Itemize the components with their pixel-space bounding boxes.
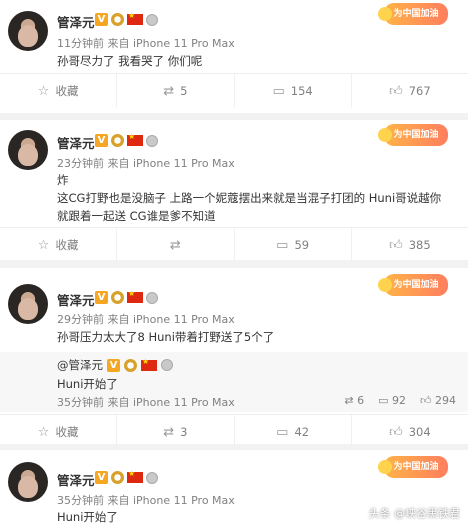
repost-icon: ⇄ (163, 424, 175, 440)
ring-badge-icon (111, 471, 124, 484)
medal-icon (146, 471, 158, 484)
username[interactable]: 管泽元 (57, 290, 95, 309)
repost-icon: ⇄ (163, 83, 175, 99)
like-button[interactable]: 👍︎ 385 (352, 228, 468, 262)
ring-badge-icon (111, 291, 124, 304)
medal-icon (146, 134, 158, 147)
like-button[interactable]: 👍︎ 767 (352, 74, 468, 108)
china-flag-icon (127, 132, 143, 146)
badges: V (95, 132, 158, 147)
avatar[interactable] (8, 284, 48, 324)
weibo-post-3: 管泽元 V 为中国加油 29分钟前 来自 iPhone 11 Pro Max 孙… (0, 268, 468, 449)
weibo-post-1: 管泽元 V 为中国加油 11分钟前 来自 iPhone 11 Pro Max 孙… (0, 0, 468, 113)
post-meta: 35分钟前 来自 iPhone 11 Pro Max (57, 494, 235, 507)
verified-v-icon: V (95, 134, 108, 147)
quoted-header: @管泽元 V (57, 357, 173, 373)
quoted-username[interactable]: @管泽元 (57, 357, 103, 373)
comment-icon: ▭ (272, 83, 285, 99)
repost-icon: ⇄ (169, 237, 181, 253)
avatar[interactable] (8, 11, 48, 51)
quoted-comment[interactable]: ▭ 92 (378, 394, 406, 407)
star-icon: ☆ (37, 237, 50, 253)
action-bar: ☆ 收藏 ⇄ 3 ▭ 42 👍︎ 304 (0, 414, 468, 449)
ring-badge-icon (124, 358, 137, 372)
comment-icon: ▭ (378, 394, 392, 407)
china-flag-icon (141, 357, 157, 371)
china-flag-icon (127, 289, 143, 303)
username[interactable]: 管泽元 (57, 12, 95, 31)
medal-icon (146, 13, 158, 26)
verified-v-icon: V (95, 13, 108, 26)
medal-icon (146, 291, 158, 304)
watermark: 头条 @峡谷黑铁君 (368, 507, 461, 520)
quoted-actions: ⇄ 6 ▭ 92 👍︎ 294 (344, 394, 456, 407)
post-text: 炸 这CG打野也是没脑子 上路一个妮蔻摆出来就是当混子打团的 Huni哥说越你 … (57, 173, 442, 223)
quoted-post[interactable]: @管泽元 V Huni开始了 35分钟前 来自 iPhone 11 Pro Ma… (0, 352, 468, 412)
promo-badge[interactable]: 为中国加油 (378, 124, 448, 146)
comment-icon: ▭ (276, 237, 289, 253)
comment-button[interactable]: ▭ 42 (235, 415, 352, 449)
medal-icon (161, 359, 173, 371)
verified-v-icon: V (95, 291, 108, 304)
post-meta: 11分钟前 来自 iPhone 11 Pro Max (57, 37, 235, 50)
post-meta: 23分钟前 来自 iPhone 11 Pro Max (57, 157, 235, 170)
action-bar: ☆ 收藏 ⇄ 5 ▭ 154 👍︎ 767 (0, 73, 468, 108)
star-icon: ☆ (37, 424, 50, 440)
repost-button[interactable]: ⇄ 5 (117, 74, 235, 108)
comment-button[interactable]: ▭ 154 (235, 74, 352, 108)
ring-badge-icon (111, 13, 124, 26)
comment-button[interactable]: ▭ 59 (235, 228, 352, 262)
verified-v-icon: V (107, 358, 120, 372)
avatar[interactable] (8, 462, 48, 502)
action-bar: ☆ 收藏 ⇄ ▭ 59 👍︎ 385 (0, 227, 468, 262)
like-button[interactable]: 👍︎ 304 (352, 415, 468, 449)
thumb-up-icon: 👍︎ (389, 424, 403, 440)
badges: V (95, 289, 158, 304)
repost-button[interactable]: ⇄ (117, 228, 235, 262)
quoted-repost[interactable]: ⇄ 6 (344, 394, 364, 407)
thumb-up-icon: 👍︎ (389, 237, 403, 253)
weibo-post-2: 管泽元 V 为中国加油 23分钟前 来自 iPhone 11 Pro Max 炸… (0, 120, 468, 262)
promo-badge[interactable]: 为中国加油 (378, 274, 448, 296)
thumb-up-icon: 👍︎ (389, 83, 403, 99)
promo-badge[interactable]: 为中国加油 (378, 456, 448, 478)
promo-badge[interactable]: 为中国加油 (378, 3, 448, 25)
quoted-like[interactable]: 👍︎ 294 (420, 394, 456, 407)
quoted-meta: 35分钟前 来自 iPhone 11 Pro Max (57, 396, 235, 409)
badges: V (95, 469, 158, 484)
repost-button[interactable]: ⇄ 3 (117, 415, 235, 449)
post-text: 孙哥尽力了 我看哭了 你们呢 (57, 54, 203, 68)
collect-button[interactable]: ☆ 收藏 (0, 74, 118, 108)
post-text: 孙哥压力太大了8 Huni带着打野送了5个了 (57, 330, 275, 344)
china-flag-icon (127, 11, 143, 25)
avatar[interactable] (8, 130, 48, 170)
quoted-text: Huni开始了 (57, 377, 118, 391)
ring-badge-icon (111, 134, 124, 147)
badges: V (95, 11, 158, 26)
collect-button[interactable]: ☆ 收藏 (0, 415, 118, 449)
username[interactable]: 管泽元 (57, 470, 95, 489)
china-flag-icon (127, 469, 143, 483)
collect-button[interactable]: ☆ 收藏 (0, 228, 118, 262)
thumb-up-icon: 👍︎ (420, 394, 435, 407)
repost-icon: ⇄ (344, 394, 358, 407)
username[interactable]: 管泽元 (57, 133, 95, 152)
verified-v-icon: V (95, 471, 108, 484)
comment-icon: ▭ (276, 424, 289, 440)
post-meta: 29分钟前 来自 iPhone 11 Pro Max (57, 313, 235, 326)
star-icon: ☆ (37, 83, 50, 99)
